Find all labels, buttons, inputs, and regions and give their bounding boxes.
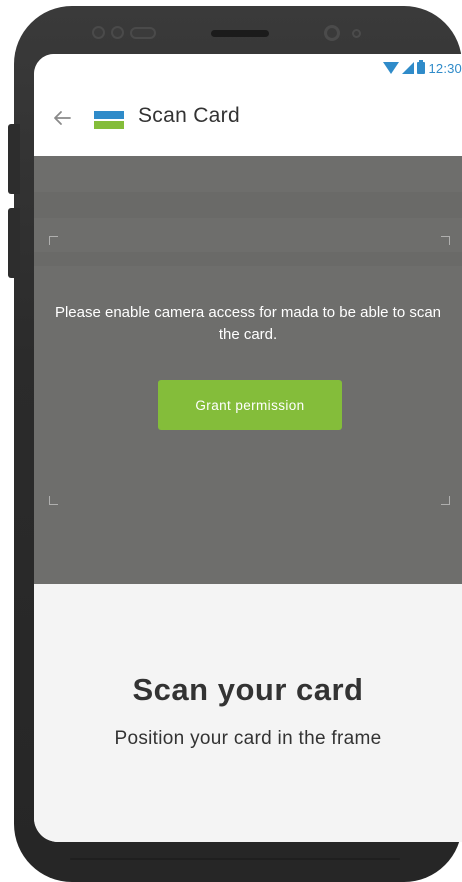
frame-corner-bottom-right (441, 496, 450, 505)
preview-blur (34, 192, 462, 218)
frame-corner-bottom-left (49, 496, 58, 505)
phone-screen: 12:30 Scan Card Please enable camera acc… (34, 54, 462, 842)
wifi-icon (383, 59, 400, 78)
frame-corner-top-right (441, 236, 450, 245)
page: 12:30 Scan Card Please enable camera acc… (0, 0, 462, 882)
cell-signal-icon (402, 59, 415, 78)
frame-corner-top-left (49, 236, 58, 245)
instructions-panel: Scan your card Position your card in the… (34, 584, 462, 842)
status-icons: 12:30 (383, 59, 462, 78)
earpiece-speaker (211, 30, 269, 37)
app-bar: Scan Card (34, 86, 462, 156)
arrow-back-icon (53, 110, 71, 130)
iris-scanner (130, 26, 156, 39)
camera-permission-message: Please enable camera access for mada to … (54, 304, 442, 343)
mada-logo-icon (94, 111, 124, 129)
camera-preview: Please enable camera access for mada to … (34, 156, 462, 584)
sensor-dot (111, 26, 124, 39)
scan-heading: Scan your card (132, 672, 364, 707)
front-camera (324, 25, 340, 41)
preview-blur (34, 252, 462, 266)
scan-subtext: Position your card in the frame (114, 728, 382, 749)
back-button[interactable] (48, 106, 76, 134)
volume-down-button (8, 208, 20, 278)
volume-up-button (8, 124, 20, 194)
status-time: 12:30 (428, 60, 462, 76)
sensor-cluster (92, 26, 156, 39)
page-title: Scan Card (138, 104, 240, 127)
proximity-sensor (352, 29, 361, 38)
grant-permission-button[interactable]: Grant permission (158, 380, 342, 430)
sensor-dot (92, 26, 105, 39)
bottom-bezel (70, 858, 400, 860)
status-bar: 12:30 (34, 54, 462, 86)
battery-icon (417, 59, 426, 78)
